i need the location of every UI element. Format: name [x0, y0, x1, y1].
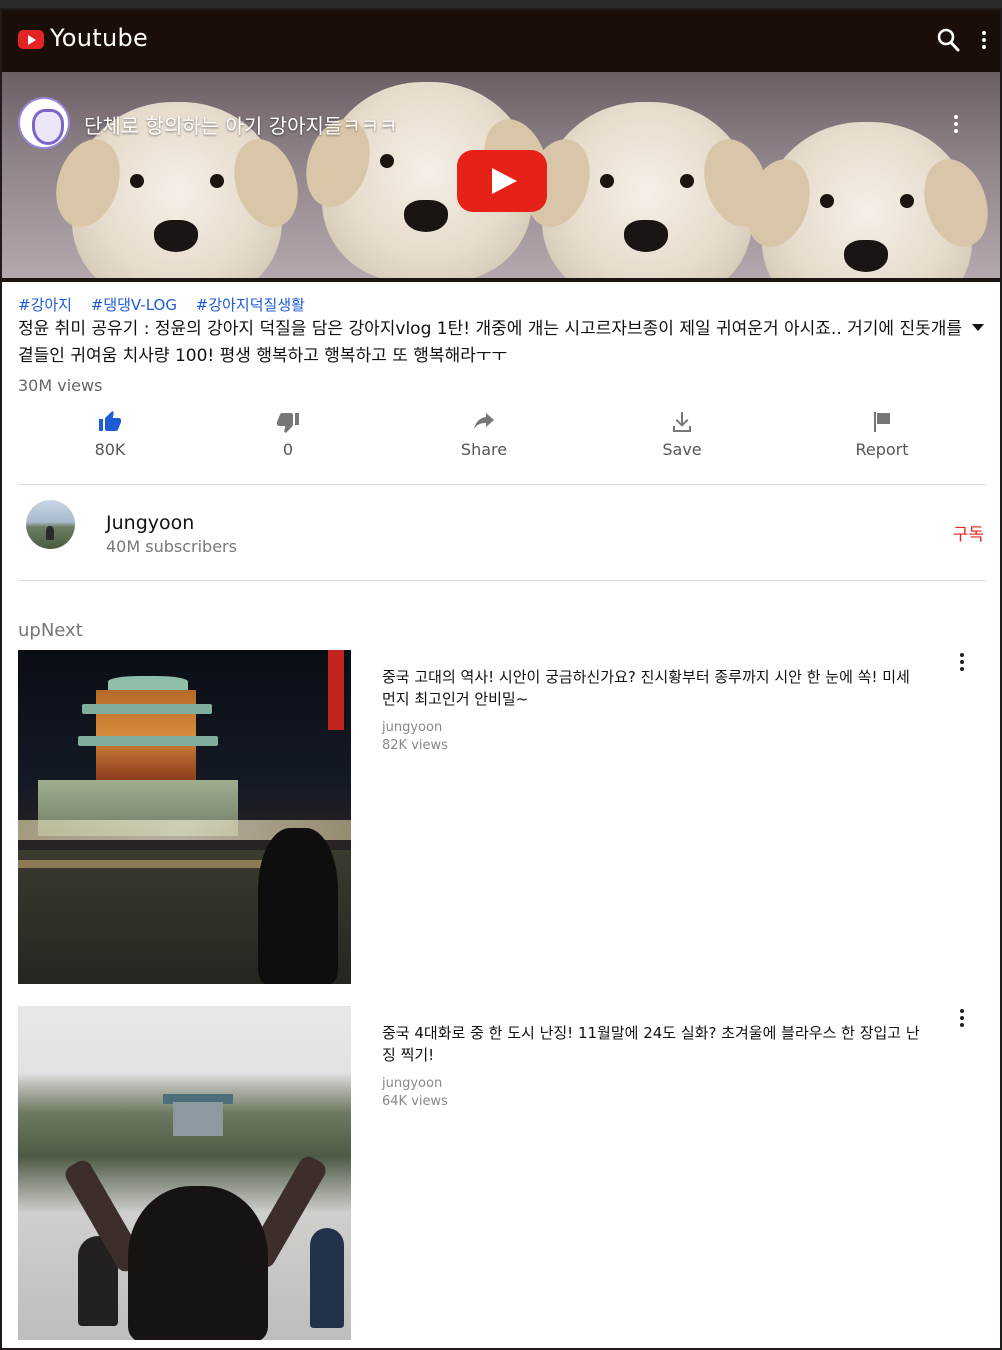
top-app-bar: Youtube	[2, 10, 1000, 72]
more-vert-icon[interactable]	[958, 650, 966, 676]
video-thumbnail[interactable]	[18, 650, 351, 984]
thumb-down-icon	[277, 413, 299, 433]
flag-icon	[874, 412, 890, 432]
download-icon	[673, 412, 691, 432]
channel-avatar-small[interactable]	[18, 97, 70, 149]
brand-title[interactable]: Youtube	[50, 24, 148, 52]
upnext-heading: upNext	[18, 620, 83, 641]
channel-name[interactable]: Jungyoon	[106, 512, 194, 534]
channel-avatar[interactable]	[26, 500, 75, 549]
dislike-button[interactable]: 0	[228, 410, 348, 459]
player-progress-track[interactable]	[2, 278, 1000, 282]
upnext-item[interactable]: 중국 고대의 역사! 시안이 궁금하신가요? 진시황부터 종루까지 시안 한 눈…	[18, 650, 986, 986]
save-button[interactable]: Save	[622, 410, 742, 459]
subscribe-button[interactable]: 구독	[953, 520, 984, 545]
puppy-image	[735, 122, 999, 282]
hashtag-link[interactable]: #강아지	[18, 296, 72, 314]
video-description: 정윤 취미 공유기 : 정윤의 강아지 덕질을 담은 강아지vlog 1탄! 개…	[18, 319, 963, 366]
share-button[interactable]: Share	[424, 410, 544, 459]
upnext-item-views: 82K views	[382, 738, 448, 753]
like-count: 80K	[94, 440, 126, 459]
youtube-logo-icon[interactable]	[18, 30, 44, 49]
app-frame: Youtube 단체로 항의하는 아기 강아지들ㅋㅋㅋ #강아지 #댕댕V-LO…	[0, 8, 1002, 1350]
divider	[18, 484, 986, 485]
search-icon[interactable]	[936, 27, 960, 53]
play-button[interactable]	[457, 150, 547, 212]
dislike-count: 0	[282, 440, 294, 459]
divider	[18, 580, 986, 581]
upnext-item-title[interactable]: 중국 4대화로 중 한 도시 난징! 11월말에 24도 실화? 초겨울에 블라…	[382, 1022, 922, 1066]
hashtag-link[interactable]: #댕댕V-LOG	[91, 296, 177, 314]
view-count: 30M views	[18, 376, 103, 395]
upnext-item-channel: jungyoon	[382, 720, 443, 735]
report-button[interactable]: Report	[822, 410, 942, 459]
share-label: Share	[460, 440, 508, 459]
upnext-item[interactable]: 중국 4대화로 중 한 도시 난징! 11월말에 24도 실화? 초겨울에 블라…	[18, 1006, 986, 1342]
share-icon	[474, 413, 494, 429]
save-label: Save	[662, 440, 702, 459]
hashtag-list: #강아지 #댕댕V-LOG #강아지덕질생활	[18, 294, 319, 315]
video-player[interactable]: 단체로 항의하는 아기 강아지들ㅋㅋㅋ	[2, 72, 1000, 282]
video-title-overlay: 단체로 항의하는 아기 강아지들ㅋㅋㅋ	[84, 114, 398, 138]
expand-description-icon[interactable]	[972, 324, 984, 331]
subscriber-count: 40M subscribers	[106, 537, 237, 556]
hashtag-link[interactable]: #강아지덕질생활	[196, 296, 305, 314]
report-label: Report	[855, 440, 909, 459]
like-button[interactable]: 80K	[50, 410, 170, 459]
more-vert-icon[interactable]	[976, 28, 992, 52]
puppy-image	[515, 102, 779, 282]
thumb-up-icon	[99, 411, 121, 431]
more-vert-icon[interactable]	[958, 1006, 966, 1032]
upnext-item-title[interactable]: 중국 고대의 역사! 시안이 궁금하신가요? 진시황부터 종루까지 시안 한 눈…	[382, 666, 922, 710]
upnext-item-views: 64K views	[382, 1094, 448, 1109]
video-thumbnail[interactable]	[18, 1006, 351, 1340]
player-more-icon[interactable]	[952, 112, 960, 138]
video-actions: 80K 0 Share Save Report	[18, 410, 986, 476]
upnext-item-channel: jungyoon	[382, 1076, 443, 1091]
